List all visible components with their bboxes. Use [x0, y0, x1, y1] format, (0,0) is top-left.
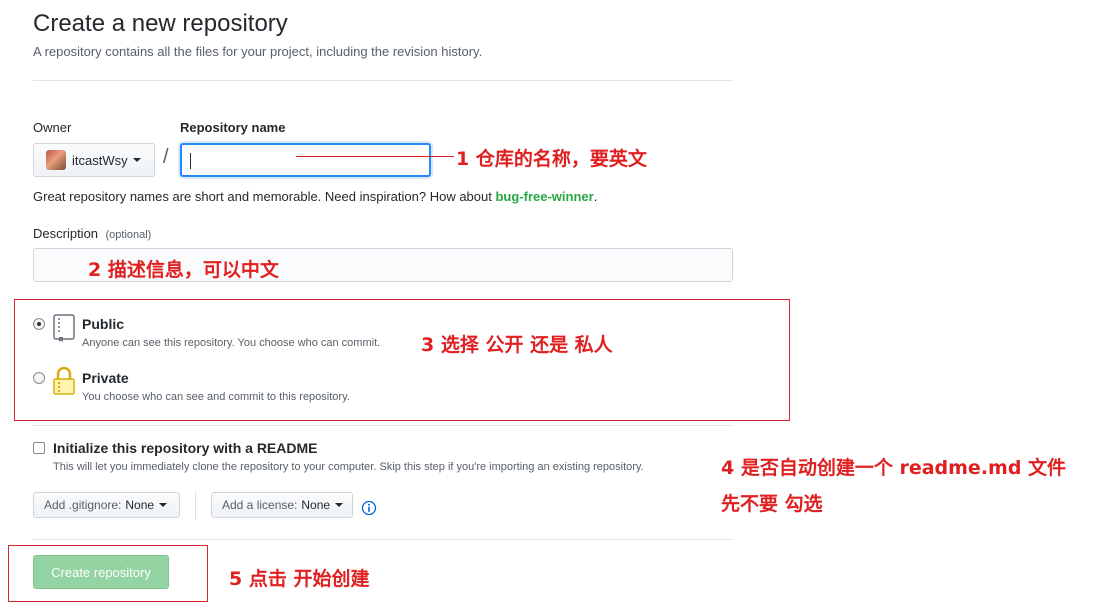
annotation-create: 5 点击 开始创建	[229, 568, 370, 590]
description-label: Description (optional)	[33, 225, 151, 243]
annotation-visibility: 3 选择 公开 还是 私人	[421, 334, 613, 356]
suggested-name-link[interactable]: bug-free-winner	[495, 189, 593, 204]
divider	[33, 425, 733, 426]
public-title: Public	[82, 316, 125, 332]
repo-name-input[interactable]	[180, 143, 431, 177]
owner-name: itcastWsy	[72, 152, 128, 168]
annotation-description: 2 描述信息，可以中文	[88, 259, 279, 281]
license-value: None	[301, 498, 331, 512]
license-dropdown[interactable]: Add a license: None	[211, 492, 353, 518]
avatar	[46, 150, 66, 170]
optional-tag: (optional)	[105, 229, 152, 241]
chevron-down-icon	[159, 503, 168, 507]
text-cursor	[190, 153, 191, 169]
private-desc: You choose who can see and commit to thi…	[82, 391, 350, 403]
repo-name-label: Repository name	[180, 120, 286, 135]
annotation-repo-name: 1 仓库的名称，要英文	[456, 148, 647, 170]
gitignore-prefix: Add .gitignore:	[44, 498, 122, 512]
info-icon[interactable]	[361, 500, 377, 516]
page-title: Create a new repository	[33, 10, 288, 37]
divider	[33, 539, 733, 540]
create-repository-button[interactable]: Create repository	[33, 555, 169, 589]
vertical-divider	[195, 490, 196, 520]
owner-repo-separator: /	[163, 146, 169, 168]
annotation-connector	[296, 156, 454, 157]
chevron-down-icon	[335, 503, 344, 507]
owner-label: Owner	[33, 120, 72, 135]
gitignore-value: None	[125, 498, 155, 512]
readme-checkbox[interactable]	[33, 442, 45, 454]
description-label-text: Description	[33, 226, 99, 241]
annotation-readme-line1: 4 是否自动创建一个 readme.md 文件	[721, 457, 1067, 479]
lock-icon	[52, 366, 76, 396]
readme-desc: This will let you immediately clone the …	[53, 461, 644, 473]
public-desc: Anyone can see this repository. You choo…	[82, 337, 381, 349]
divider	[33, 80, 733, 81]
owner-dropdown[interactable]: itcastWsy	[33, 143, 155, 177]
name-hint-text: Great repository names are short and mem…	[33, 189, 496, 204]
private-radio[interactable]	[33, 372, 45, 384]
public-radio[interactable]	[33, 318, 45, 330]
private-title: Private	[82, 370, 129, 386]
readme-label: Initialize this repository with a README	[53, 440, 318, 456]
annotation-readme-line2: 先不要 勾选	[721, 493, 823, 515]
repo-book-icon	[52, 313, 76, 343]
page-subtitle: A repository contains all the files for …	[33, 44, 483, 59]
name-hint-suffix: .	[593, 189, 598, 204]
chevron-down-icon	[132, 158, 141, 162]
gitignore-dropdown[interactable]: Add .gitignore: None	[33, 492, 180, 518]
name-hint: Great repository names are short and mem…	[33, 189, 597, 204]
license-prefix: Add a license:	[222, 498, 298, 512]
